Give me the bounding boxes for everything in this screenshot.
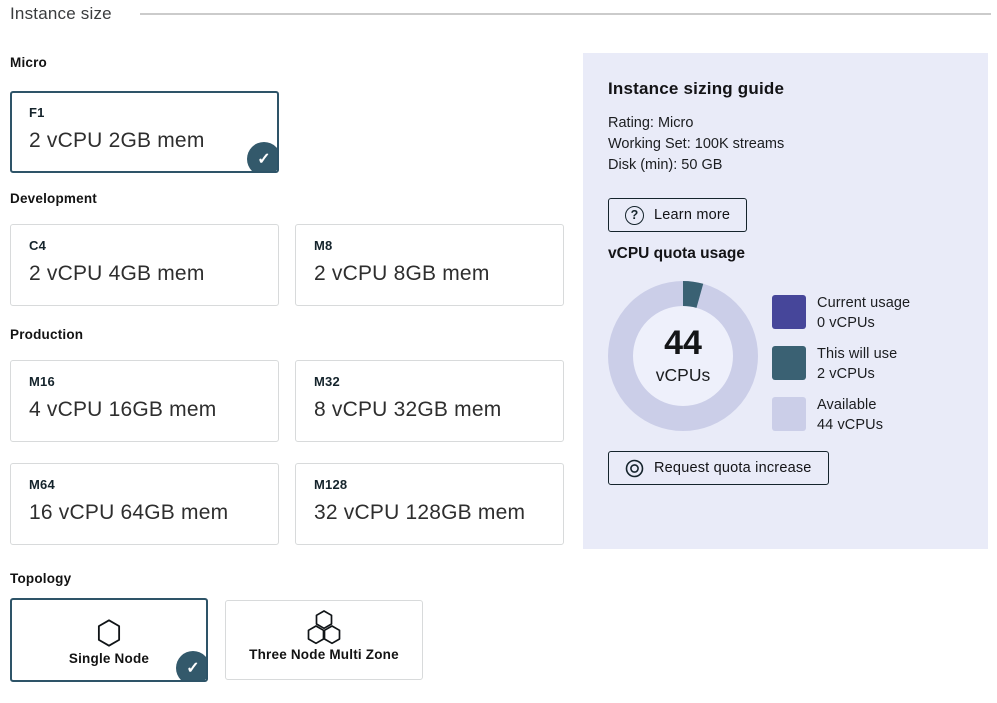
legend-swatch-this-will-use <box>772 346 806 380</box>
vcpu-quota-donut-chart: 44 vCPUs <box>608 281 758 431</box>
legend-row-current-usage: Current usage 0 vCPUs <box>772 295 910 333</box>
learn-more-button[interactable]: ? Learn more <box>608 198 747 232</box>
size-card-spec: 4 vCPU 16GB mem <box>29 398 260 422</box>
selected-check-badge: ✓ <box>247 142 279 173</box>
legend-value: 2 vCPUs <box>817 364 897 384</box>
legend-swatch-current-usage <box>772 295 806 329</box>
size-card-name: F1 <box>29 105 260 120</box>
size-card-name: M32 <box>314 374 545 389</box>
legend-row-available: Available 44 vCPUs <box>772 397 910 435</box>
size-card-name: M64 <box>29 477 260 492</box>
guide-rating: Rating: Micro <box>608 113 784 134</box>
size-card-name: M8 <box>314 238 545 253</box>
concentric-circles-icon <box>625 459 644 478</box>
header-divider <box>140 13 991 15</box>
request-quota-label: Request quota increase <box>654 460 812 476</box>
guide-working-set: Working Set: 100K streams <box>608 134 784 155</box>
size-card-m16[interactable]: M16 4 vCPU 16GB mem <box>10 360 279 442</box>
check-icon: ✓ <box>186 658 199 678</box>
topology-label: Topology <box>10 571 71 586</box>
size-card-m128[interactable]: M128 32 vCPU 128GB mem <box>295 463 564 545</box>
topology-card-three-node-multi-zone[interactable]: Three Node Multi Zone <box>225 600 423 680</box>
legend-value: 0 vCPUs <box>817 313 910 333</box>
size-card-m8[interactable]: M8 2 vCPU 8GB mem <box>295 224 564 306</box>
instance-size-screen: Instance size Micro F1 2 vCPU 2GB mem ✓ … <box>0 0 997 703</box>
topology-card-single-node[interactable]: Single Node ✓ <box>10 598 208 682</box>
help-icon: ? <box>625 206 644 225</box>
selected-check-badge: ✓ <box>176 651 208 682</box>
legend-label: This will use <box>817 344 897 364</box>
size-card-spec: 2 vCPU 4GB mem <box>29 262 260 286</box>
page-title: Instance size <box>10 4 112 24</box>
guide-disk-min: Disk (min): 50 GB <box>608 155 784 176</box>
request-quota-increase-button[interactable]: Request quota increase <box>608 451 829 485</box>
size-card-spec: 2 vCPU 2GB mem <box>29 129 260 153</box>
legend-label: Available <box>817 395 883 415</box>
legend-value: 44 vCPUs <box>817 415 883 435</box>
size-card-f1[interactable]: F1 2 vCPU 2GB mem ✓ <box>10 91 279 173</box>
vcpu-quota-usage-title: vCPU quota usage <box>608 245 745 263</box>
size-card-name: M16 <box>29 374 260 389</box>
quota-legend: Current usage 0 vCPUs This will use 2 vC… <box>772 295 910 435</box>
legend-row-this-will-use: This will use 2 vCPUs <box>772 346 910 384</box>
instance-sizing-guide-panel: Instance sizing guide Rating: Micro Work… <box>583 53 988 549</box>
size-card-spec: 8 vCPU 32GB mem <box>314 398 545 422</box>
topology-card-label: Single Node <box>69 651 149 666</box>
single-node-hexagon-icon <box>96 614 122 651</box>
size-card-name: C4 <box>29 238 260 253</box>
size-card-m64[interactable]: M64 16 vCPU 64GB mem <box>10 463 279 545</box>
guide-info: Rating: Micro Working Set: 100K streams … <box>608 113 784 176</box>
legend-swatch-available <box>772 397 806 431</box>
size-card-spec: 32 vCPU 128GB mem <box>314 501 545 525</box>
learn-more-label: Learn more <box>654 207 730 223</box>
size-card-spec: 2 vCPU 8GB mem <box>314 262 545 286</box>
size-card-spec: 16 vCPU 64GB mem <box>29 501 260 525</box>
topology-card-label: Three Node Multi Zone <box>249 647 399 662</box>
group-label-micro: Micro <box>10 55 47 70</box>
check-icon: ✓ <box>257 149 270 169</box>
size-card-c4[interactable]: C4 2 vCPU 4GB mem <box>10 224 279 306</box>
legend-label: Current usage <box>817 293 910 313</box>
size-card-m32[interactable]: M32 8 vCPU 32GB mem <box>295 360 564 442</box>
guide-title: Instance sizing guide <box>608 79 784 99</box>
three-node-hexagons-icon <box>304 609 344 647</box>
group-label-production: Production <box>10 327 83 342</box>
size-card-name: M128 <box>314 477 545 492</box>
group-label-development: Development <box>10 191 97 206</box>
